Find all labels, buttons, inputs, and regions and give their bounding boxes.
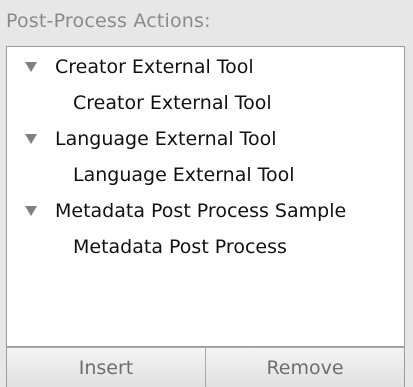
remove-button[interactable]: Remove	[205, 347, 404, 387]
tree-group-creator-external-tool[interactable]: Creator External Tool	[7, 49, 404, 85]
tree-item-language-external-tool[interactable]: Language External Tool	[7, 157, 404, 193]
tree-item-label: Metadata Post Process	[73, 236, 287, 258]
post-process-tree[interactable]: Creator External Tool Creator External T…	[6, 46, 405, 347]
insert-button[interactable]: Insert	[7, 347, 205, 387]
tree-group-label: Language External Tool	[55, 128, 277, 150]
disclosure-triangle-down-icon[interactable]	[25, 133, 37, 145]
tree-group-language-external-tool[interactable]: Language External Tool	[7, 121, 404, 157]
section-title: Post-Process Actions:	[6, 10, 211, 32]
tree-item-metadata-post-process[interactable]: Metadata Post Process	[7, 229, 404, 265]
tree-item-label: Language External Tool	[73, 164, 295, 186]
tree-group-label: Creator External Tool	[55, 56, 254, 78]
tree-group-label: Metadata Post Process Sample	[55, 200, 347, 222]
disclosure-triangle-down-icon[interactable]	[25, 205, 37, 217]
action-button-bar: Insert Remove	[6, 347, 405, 387]
post-process-actions-panel: Post-Process Actions: Creator External T…	[0, 0, 413, 387]
tree-group-metadata-post-process-sample[interactable]: Metadata Post Process Sample	[7, 193, 404, 229]
disclosure-triangle-down-icon[interactable]	[25, 61, 37, 73]
tree-item-label: Creator External Tool	[73, 92, 272, 114]
tree-item-creator-external-tool[interactable]: Creator External Tool	[7, 85, 404, 121]
